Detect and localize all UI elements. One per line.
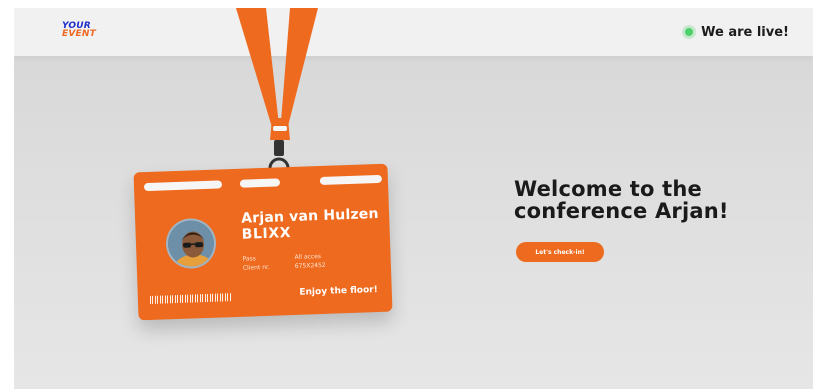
- badge-slot: [319, 174, 383, 185]
- event-logo[interactable]: YOUR EVENT: [62, 22, 96, 39]
- lanyard-slot: [273, 126, 287, 131]
- badge-attendee-name: Arjan van Hulzen: [240, 205, 379, 227]
- badge-client-label: Client nr.: [242, 263, 270, 272]
- barcode-icon: [149, 293, 233, 304]
- welcome-line-1: Welcome to the: [514, 177, 702, 201]
- page-viewport: YOUR EVENT We are live! Arjan van Hulzen…: [14, 8, 813, 389]
- live-status-dot-icon: [685, 28, 694, 36]
- logo-line-event: EVENT: [62, 29, 96, 39]
- badge-slot: [239, 178, 281, 188]
- lanyard-strap-left: [236, 8, 280, 134]
- avatar-photo-icon: [167, 219, 217, 270]
- welcome-line-2: conference Arjan!: [514, 199, 729, 223]
- badge-footer-text: Enjoy the floor!: [299, 285, 378, 298]
- top-header: YOUR EVENT We are live!: [14, 8, 813, 56]
- attendee-avatar: [165, 217, 217, 270]
- live-status-label: We are live!: [701, 24, 789, 40]
- attendee-badge: Arjan van Hulzen BLIXX Pass Client nr. A…: [133, 163, 393, 321]
- lanyard-strap-right: [280, 8, 318, 134]
- live-status: We are live!: [685, 24, 789, 40]
- lanyard-clip-icon: [274, 140, 284, 156]
- badge-company-name: BLIXX: [241, 225, 292, 243]
- badge-slot: [143, 180, 223, 192]
- welcome-heading: Welcome to the conference Arjan!: [514, 178, 729, 222]
- badge-client-value: 675X2452: [294, 261, 326, 270]
- check-in-button[interactable]: Let's check-in!: [516, 242, 604, 262]
